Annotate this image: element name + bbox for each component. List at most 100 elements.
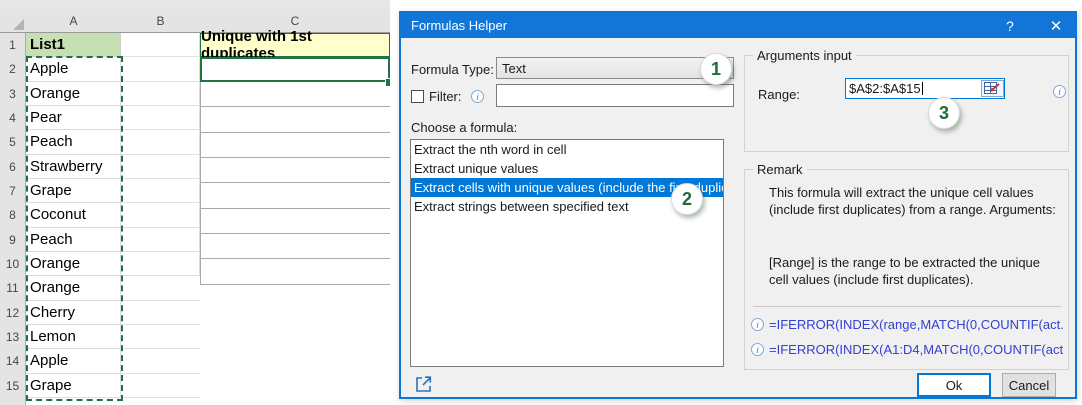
formula-list-item-1[interactable]: Extract the nth word in cell [411, 140, 723, 159]
row-header-3[interactable]: 3 [0, 81, 26, 107]
row-header-12[interactable]: 12 [0, 300, 26, 326]
text-caret [921, 82, 923, 95]
select-all-corner[interactable] [0, 9, 27, 33]
formula-listbox: Extract the nth word in cell Extract uniq… [410, 139, 724, 367]
cell-B6[interactable] [121, 154, 200, 179]
cell-A3[interactable]: Orange [26, 81, 121, 106]
cell-A7[interactable]: Grape [26, 178, 121, 204]
range-picker-icon [984, 82, 1000, 94]
row-header-16[interactable]: 16 [0, 397, 26, 405]
cell-B9[interactable] [121, 227, 200, 252]
cell-A4[interactable]: Pear [26, 105, 121, 131]
c-column-bordered-cells [200, 82, 390, 285]
row-header-7[interactable]: 7 [0, 178, 26, 205]
row-header-8[interactable]: 8 [0, 203, 26, 229]
cell-B8[interactable] [121, 203, 200, 228]
ok-button[interactable]: Ok [917, 373, 991, 397]
cell-B3[interactable] [121, 81, 200, 106]
cell-A8[interactable]: Coconut [26, 203, 121, 228]
column-header-B[interactable]: B [121, 9, 201, 33]
cell-B11[interactable] [121, 276, 200, 301]
cell-C1[interactable]: Unique with 1st duplicates [200, 28, 390, 62]
arguments-input-group: Arguments input Range: $A$2:$A$15 i [744, 48, 1069, 152]
filter-label: Filter: [429, 89, 462, 104]
formula-info-icon[interactable]: i [751, 343, 764, 357]
cell-A14[interactable]: Apple [26, 349, 121, 374]
row-header-4[interactable]: 4 [0, 105, 26, 132]
row-header-15[interactable]: 15 [0, 373, 26, 399]
cancel-button[interactable]: Cancel [1002, 373, 1056, 397]
step-badge-3: 3 [928, 97, 960, 129]
fill-handle[interactable] [385, 78, 390, 87]
cell-B4[interactable] [121, 105, 200, 131]
dialog-titlebar[interactable]: Formulas Helper [401, 13, 1075, 38]
cell-B2[interactable] [121, 57, 200, 82]
cell-B13[interactable] [121, 325, 200, 350]
cell-A11[interactable]: Orange [26, 276, 121, 301]
cell-A6[interactable]: Strawberry [26, 154, 121, 179]
formula-type-dropdown[interactable]: Text [496, 57, 734, 79]
selected-cell-C2[interactable] [200, 57, 390, 83]
cell-C9[interactable] [201, 233, 390, 260]
select-all-triangle-icon [13, 19, 24, 30]
cell-C5[interactable] [201, 132, 390, 158]
step-badge-2: 2 [671, 183, 703, 215]
row-header-13[interactable]: 13 [0, 324, 26, 351]
cell-C3[interactable] [201, 82, 390, 108]
excel-worksheet: A B C 12345678910111213141516 AppleOrang… [0, 0, 390, 405]
row-header-2[interactable]: 2 [0, 57, 26, 83]
cell-B5[interactable] [121, 130, 200, 155]
cell-B12[interactable] [121, 301, 200, 325]
range-info-icon[interactable]: i [1053, 85, 1066, 98]
row-header-10[interactable]: 10 [0, 251, 26, 278]
share-button[interactable] [413, 374, 433, 394]
cell-C10[interactable] [201, 259, 390, 285]
cell-B14[interactable] [121, 349, 200, 374]
cell-B10[interactable] [121, 251, 200, 277]
cell-B1[interactable] [121, 33, 200, 58]
cell-A5[interactable]: Peach [26, 130, 121, 155]
range-picker-button[interactable] [981, 80, 1004, 97]
help-button[interactable]: ? [995, 13, 1025, 38]
cell-C6[interactable] [201, 157, 390, 184]
range-value: $A$2:$A$15 [849, 81, 921, 96]
row-header-5[interactable]: 5 [0, 130, 26, 156]
remark-text-1: This formula will extract the unique cel… [769, 185, 1056, 217]
cell-B15[interactable] [121, 374, 200, 398]
example-formula-link-2[interactable]: =IFERROR(INDEX(A1:D4,MATCH(0,COUNTIF(act… [769, 342, 1063, 357]
cell-A15[interactable]: Grape [26, 373, 121, 398]
row-header-6[interactable]: 6 [0, 154, 26, 180]
formula-list-item-2[interactable]: Extract unique values [411, 159, 723, 178]
filter-input[interactable] [496, 84, 734, 107]
cell-A13[interactable]: Lemon [26, 324, 121, 350]
formula-info-icon[interactable]: i [751, 318, 764, 332]
remark-group: Remark This formula will extract the uni… [744, 162, 1069, 370]
cell-C8[interactable] [201, 208, 390, 234]
row-header-9[interactable]: 9 [0, 227, 26, 253]
cell-C4[interactable] [201, 107, 390, 133]
range-label: Range: [758, 87, 800, 102]
cell-A9[interactable]: Peach [26, 227, 121, 252]
row-header-1[interactable]: 1 [0, 33, 26, 59]
cell-B7[interactable] [121, 178, 200, 204]
formula-type-label: Formula Type: [411, 62, 494, 77]
formula-type-value: Text [502, 60, 526, 76]
row-header-11[interactable]: 11 [0, 276, 26, 302]
row-header-14[interactable]: 14 [0, 349, 26, 375]
filter-info-icon[interactable]: i [471, 90, 484, 103]
cell-C7[interactable] [201, 183, 390, 209]
example-formula-link-1[interactable]: =IFERROR(INDEX(range,MATCH(0,COUNTIF(act… [769, 317, 1063, 332]
step-badge-1: 1 [700, 53, 732, 85]
column-header-A[interactable]: A [26, 9, 122, 33]
close-button[interactable]: ✕ [1041, 13, 1071, 38]
choose-formula-label: Choose a formula: [411, 120, 518, 135]
cell-A10[interactable]: Orange [26, 251, 121, 277]
share-external-icon [416, 376, 432, 392]
filter-checkbox[interactable] [411, 90, 424, 103]
cell-A12[interactable]: Cherry [26, 300, 121, 325]
cell-A1[interactable]: List1 [26, 33, 121, 58]
remark-text-2: [Range] is the range to be extracted the… [769, 255, 1041, 287]
remark-title: Remark [753, 162, 807, 177]
cell-A2[interactable]: Apple [26, 57, 121, 82]
example-formula-row-1: i =IFERROR(INDEX(range,MATCH(0,COUNTIF(ac… [751, 316, 1063, 332]
